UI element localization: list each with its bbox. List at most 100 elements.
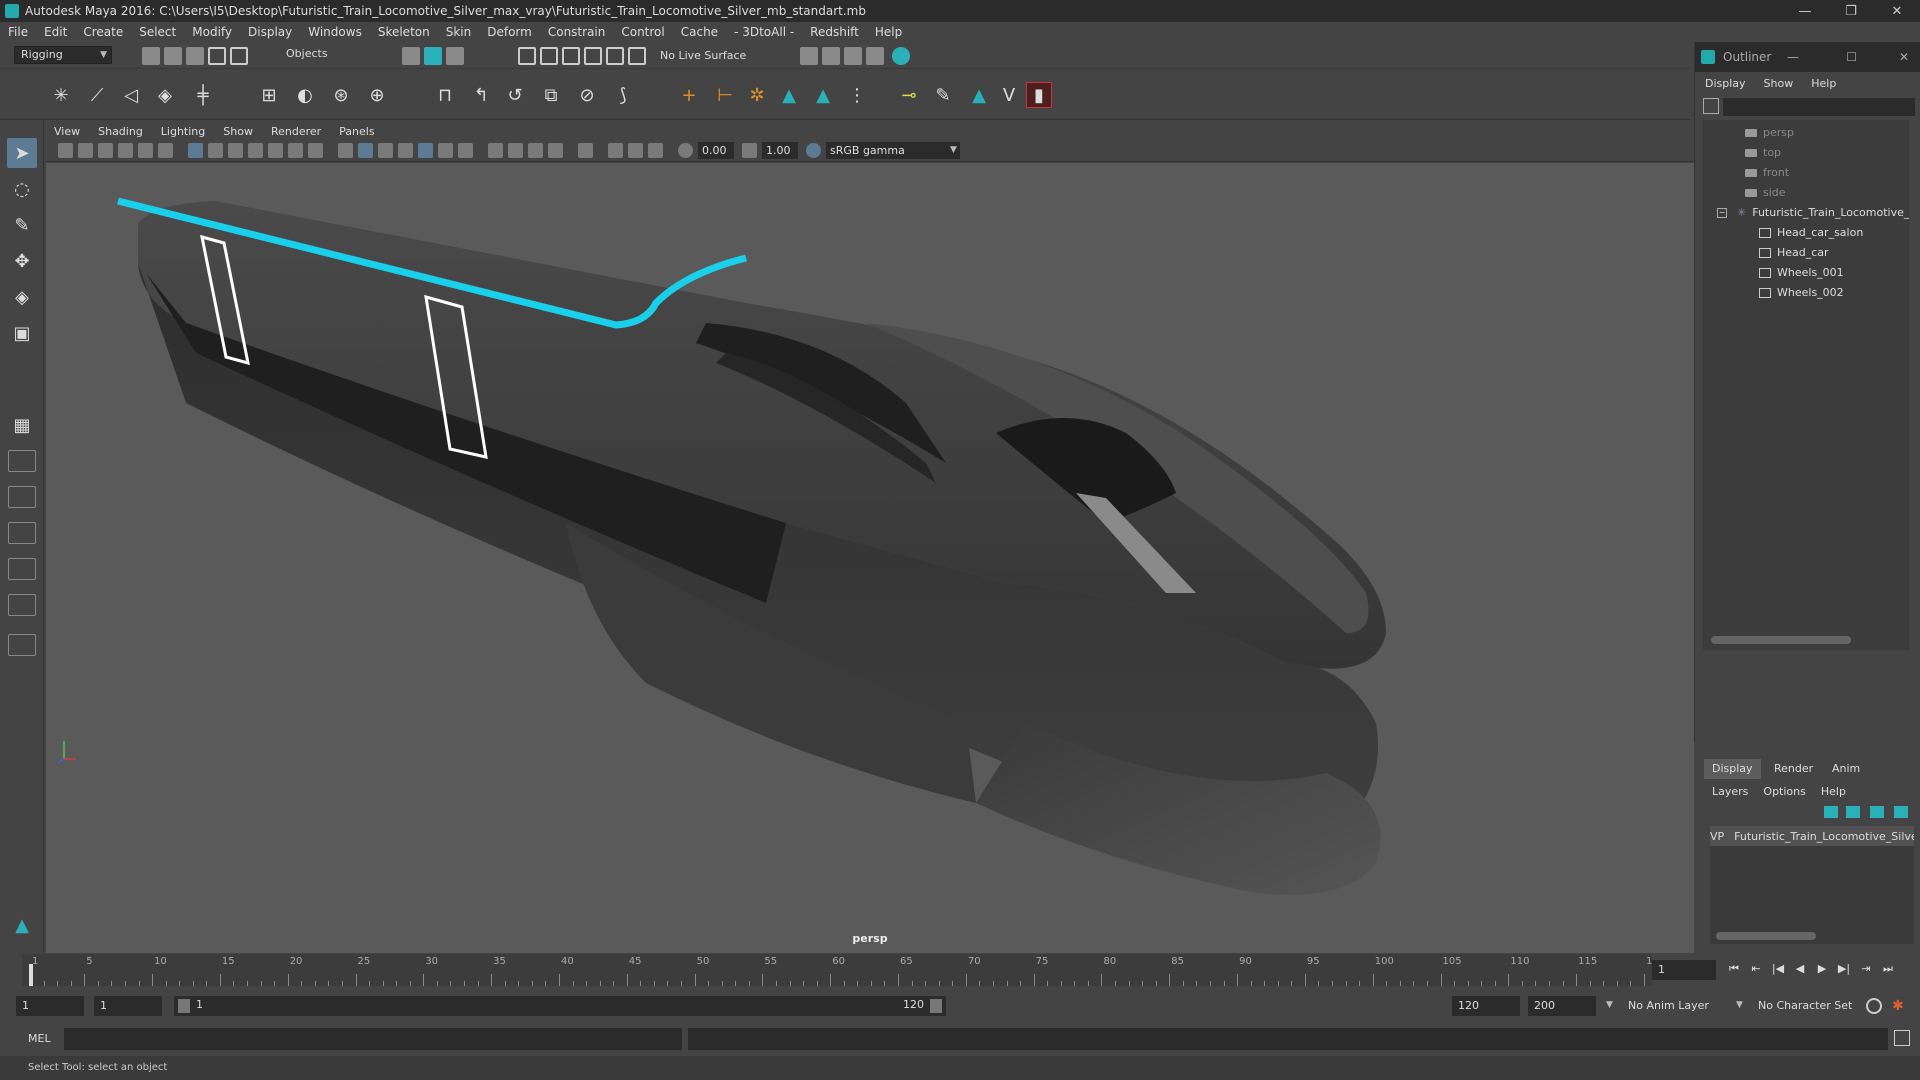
render-frame-icon[interactable] <box>822 47 840 65</box>
perspective-graph-layout-icon[interactable] <box>8 522 36 544</box>
outliner-menu-display[interactable]: Display <box>1695 77 1754 90</box>
open-scene-icon[interactable] <box>164 47 182 65</box>
outliner-item-head-car[interactable]: Head_car <box>1703 244 1909 262</box>
save-scene-icon[interactable] <box>186 47 204 65</box>
range-start-handle[interactable] <box>178 999 190 1013</box>
vertex-tool-icon[interactable]: V <box>996 82 1022 108</box>
hypershade-layout-icon[interactable] <box>8 558 36 580</box>
menu-display[interactable]: Display <box>240 25 300 39</box>
field-chart-icon[interactable] <box>268 143 283 158</box>
snap-grid-icon[interactable] <box>518 47 536 65</box>
hypershade-icon[interactable] <box>892 47 910 65</box>
outliner-minimize-button[interactable]: — <box>1787 50 1799 64</box>
safe-action-icon[interactable] <box>288 143 303 158</box>
move-tool-icon[interactable]: ✥ <box>7 246 37 276</box>
render-settings-icon[interactable] <box>800 47 818 65</box>
lasso-tool-icon[interactable]: ◌ <box>7 174 37 204</box>
tab-anim[interactable]: Anim <box>1824 759 1868 779</box>
redo-icon[interactable] <box>230 47 248 65</box>
xray-icon[interactable] <box>608 143 623 158</box>
snap-curve-icon[interactable] <box>540 47 558 65</box>
outliner-item-top[interactable]: top <box>1703 144 1909 162</box>
gamma-field[interactable]: 1.00 <box>762 142 798 159</box>
outliner-close-button[interactable]: ✕ <box>1899 50 1909 64</box>
outliner-item-persp[interactable]: persp <box>1703 124 1909 142</box>
four-view-layout-icon[interactable] <box>8 450 36 472</box>
tab-display[interactable]: Display <box>1704 759 1761 779</box>
start-time-field[interactable]: 1 <box>16 996 84 1016</box>
layer-name[interactable]: Futuristic_Train_Locomotive_Silver <box>1734 830 1914 843</box>
outliner-item-wheels-002[interactable]: Wheels_002 <box>1703 284 1909 302</box>
menu-cache[interactable]: Cache <box>673 25 726 39</box>
current-frame-field[interactable]: 1 <box>1652 960 1716 980</box>
textured-icon[interactable] <box>418 143 433 158</box>
scale-constraint-icon[interactable]: ⧉ <box>538 82 564 108</box>
create-handle-icon[interactable]: ✲ <box>744 82 770 108</box>
select-tool-icon[interactable]: ➤ <box>7 138 37 168</box>
exposure-field[interactable]: 0.00 <box>698 142 734 159</box>
light-icon[interactable]: ⊸ <box>896 82 922 108</box>
panel-menu-view[interactable]: View <box>46 125 90 138</box>
select-by-hierarchy-icon[interactable] <box>402 47 420 65</box>
perspective-viewport[interactable]: persp <box>46 163 1694 953</box>
menu-help[interactable]: Help <box>867 25 910 39</box>
wireframe-on-shaded-icon[interactable] <box>398 143 413 158</box>
view-transform-dropdown[interactable]: sRGB gamma <box>826 142 946 159</box>
step-forward-key-icon[interactable]: ⇥ <box>1858 962 1874 976</box>
exposure-icon[interactable] <box>678 143 693 158</box>
joint-tool-icon[interactable]: ✳ <box>48 82 74 108</box>
rotate-tool-icon[interactable]: ◈ <box>7 282 37 312</box>
custom-layout-icon[interactable] <box>8 634 36 656</box>
chevron-down-icon[interactable]: ▼ <box>1736 1000 1743 1010</box>
play-backwards-icon[interactable]: ◀ <box>1792 962 1808 976</box>
multisample-aa-icon[interactable] <box>528 143 543 158</box>
grid-icon[interactable] <box>188 143 203 158</box>
snap-magnet-icon[interactable] <box>628 47 646 65</box>
new-layer-selected-icon[interactable] <box>1894 806 1908 818</box>
layer-playback-toggle[interactable]: P <box>1718 830 1725 843</box>
grease-pencil-icon[interactable] <box>158 143 173 158</box>
mirror-joint-icon[interactable]: ╪ <box>190 82 216 108</box>
isolate-select-icon[interactable] <box>578 143 593 158</box>
layer-horizontal-scrollbar[interactable] <box>1716 932 1816 940</box>
panel-menu-renderer[interactable]: Renderer <box>263 125 331 138</box>
minimize-button[interactable]: — <box>1782 0 1828 22</box>
camera-select-icon[interactable] <box>58 143 73 158</box>
outliner-horizontal-scrollbar[interactable] <box>1711 636 1851 644</box>
go-to-start-icon[interactable]: ⏮ <box>1726 962 1742 976</box>
screen-space-ao-icon[interactable] <box>488 143 503 158</box>
menu-redshift[interactable]: Redshift <box>802 25 867 39</box>
menu-constrain[interactable]: Constrain <box>540 25 614 39</box>
command-language-toggle[interactable]: MEL <box>28 1032 51 1045</box>
camera-attributes-icon[interactable] <box>78 143 93 158</box>
xray-joints-icon[interactable] <box>628 143 643 158</box>
chevron-down-icon[interactable]: ▼ <box>1606 1000 1613 1010</box>
film-gate-icon[interactable] <box>208 143 223 158</box>
persp-graph-hyper-layout-icon[interactable] <box>8 594 36 616</box>
selection-mode-dropdown[interactable]: Objects <box>280 46 376 64</box>
snap-view-plane-icon[interactable] <box>584 47 602 65</box>
depth-of-field-icon[interactable] <box>548 143 563 158</box>
character-set-dropdown[interactable]: No Character Set <box>1752 996 1870 1016</box>
gamma-icon[interactable] <box>742 143 757 158</box>
xray-components-icon[interactable] <box>648 143 663 158</box>
paint-weights-icon[interactable]: ◐ <box>292 82 318 108</box>
menu-select[interactable]: Select <box>131 25 184 39</box>
panel-menu-show[interactable]: Show <box>215 125 263 138</box>
locator-icon[interactable]: + <box>676 82 702 108</box>
outliner-filter-icon[interactable] <box>1703 98 1719 114</box>
snap-point-icon[interactable] <box>562 47 580 65</box>
current-time-indicator[interactable] <box>29 964 33 986</box>
anim-layer-dropdown[interactable]: No Anim Layer <box>1622 996 1748 1016</box>
move-layer-down-icon[interactable] <box>1846 806 1860 818</box>
layer-row[interactable]: V P Futuristic_Train_Locomotive_Silver <box>1710 826 1914 846</box>
use-all-lights-icon[interactable] <box>438 143 453 158</box>
outliner-maximize-button[interactable]: ☐ <box>1846 50 1857 64</box>
step-back-frame-icon[interactable]: |◀ <box>1770 962 1786 976</box>
move-layer-up-icon[interactable] <box>1824 806 1838 818</box>
go-to-end-icon[interactable]: ⏭ <box>1880 962 1896 976</box>
image-plane-icon[interactable] <box>118 143 133 158</box>
shadows-icon[interactable] <box>458 143 473 158</box>
menu-modify[interactable]: Modify <box>184 25 240 39</box>
layer-menu-layers[interactable]: Layers <box>1704 785 1755 798</box>
